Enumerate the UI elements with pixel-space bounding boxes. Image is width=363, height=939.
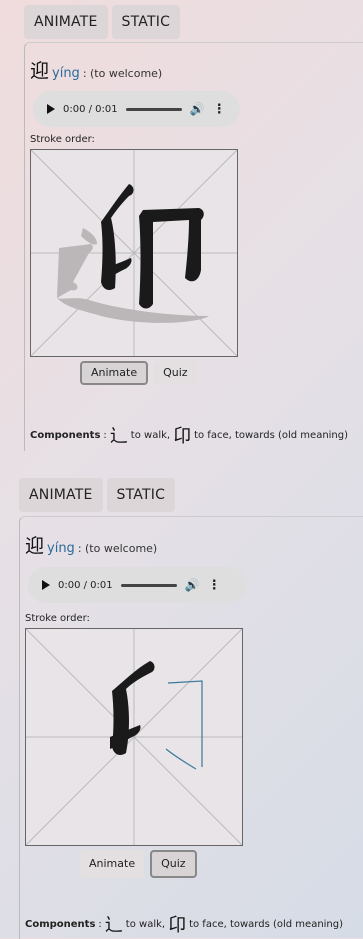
components-label: Components [25, 918, 96, 930]
meaning-text: : (to welcome) [77, 542, 158, 555]
stroke-order-label: Stroke order: [25, 613, 90, 624]
tab-static[interactable]: STATIC [111, 5, 181, 39]
animate-button[interactable]: Animate [80, 850, 145, 878]
pinyin-text[interactable]: yíng [52, 66, 80, 81]
meaning-text: : (to welcome) [82, 67, 163, 80]
component-meaning-walk: to walk, [130, 429, 171, 441]
audio-progress-bar[interactable] [120, 583, 177, 587]
volume-icon[interactable]: 🔊 [190, 102, 205, 116]
stroke-order-canvas [30, 149, 238, 357]
character-title: 迎 yíng : (to welcome) [30, 56, 162, 83]
audio-time: 0:00 / 0:01 [58, 579, 113, 591]
quiz-canvas[interactable] [25, 628, 243, 846]
component-char-face[interactable]: 卬 [168, 911, 186, 937]
audio-player[interactable]: 0:00 / 0:01 🔊 ⋮ [33, 91, 240, 127]
component-char-walk[interactable]: 辶 [110, 422, 128, 448]
pinyin-text[interactable]: yíng [47, 541, 75, 556]
tab-static[interactable]: STATIC [106, 478, 176, 512]
character-glyph: 迎 [30, 60, 50, 82]
component-meaning-walk: to walk, [125, 918, 166, 930]
component-meaning-face: to face, towards (old meaning) [194, 429, 349, 441]
audio-player[interactable]: 0:00 / 0:01 🔊 ⋮ [28, 567, 246, 603]
audio-progress-bar[interactable] [125, 107, 182, 111]
character-glyph: 迎 [25, 535, 45, 557]
animate-button[interactable]: Animate [80, 361, 149, 385]
audio-time: 0:00 / 0:01 [63, 103, 118, 115]
component-meaning-face: to face, towards (old meaning) [189, 918, 344, 930]
components-line: Components: 辶 to walk, 卬 to face, toward… [30, 422, 348, 448]
stroke-order-label: Stroke order: [30, 134, 95, 145]
component-char-face[interactable]: 卬 [173, 422, 191, 448]
quiz-button[interactable]: Quiz [150, 850, 197, 878]
character-title: 迎 yíng : (to welcome) [25, 531, 157, 558]
tab-animate[interactable]: ANIMATE [19, 478, 103, 512]
play-icon[interactable] [42, 580, 50, 590]
quiz-stroke-graphic [26, 629, 242, 845]
tab-animate[interactable]: ANIMATE [24, 5, 108, 39]
stroke-animation-graphic [31, 150, 237, 356]
volume-icon[interactable]: 🔊 [185, 578, 200, 592]
more-options-icon[interactable]: ⋮ [213, 102, 226, 117]
component-char-walk[interactable]: 辶 [105, 911, 123, 937]
play-icon[interactable] [47, 104, 55, 114]
more-options-icon[interactable]: ⋮ [208, 578, 221, 593]
components-line: Components: 辶 to walk, 卬 to face, toward… [25, 911, 343, 937]
quiz-button[interactable]: Quiz [154, 361, 197, 385]
components-label: Components [30, 429, 101, 441]
